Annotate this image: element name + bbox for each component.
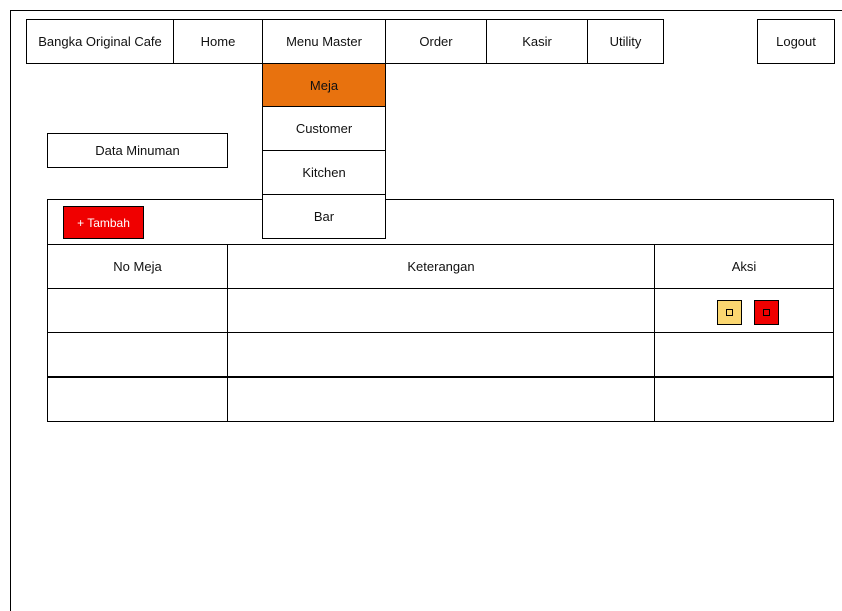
nav-home[interactable]: Home xyxy=(173,19,263,64)
delete-button[interactable] xyxy=(754,300,779,325)
table-cell-no-meja xyxy=(47,377,228,422)
table-cell-keterangan xyxy=(227,332,655,377)
add-button[interactable]: + Tambah xyxy=(63,206,144,239)
delete-icon xyxy=(763,309,770,316)
window-frame-left xyxy=(10,10,11,611)
logout-button[interactable]: Logout xyxy=(757,19,835,64)
table-cell-aksi xyxy=(654,288,834,333)
edit-button[interactable] xyxy=(717,300,742,325)
column-header-aksi: Aksi xyxy=(654,244,834,289)
column-header-no-meja: No Meja xyxy=(47,244,228,289)
dropdown-item-meja[interactable]: Meja xyxy=(262,63,386,108)
dropdown-item-kitchen[interactable]: Kitchen xyxy=(262,150,386,195)
table-cell-aksi xyxy=(654,377,834,422)
table-cell-aksi xyxy=(654,332,834,377)
window-frame-top xyxy=(10,10,842,11)
table-cell-keterangan xyxy=(227,288,655,333)
nav-utility[interactable]: Utility xyxy=(587,19,664,64)
nav-kasir[interactable]: Kasir xyxy=(486,19,588,64)
column-header-keterangan: Keterangan xyxy=(227,244,655,289)
dropdown-item-customer[interactable]: Customer xyxy=(262,106,386,151)
table-cell-no-meja xyxy=(47,288,228,333)
nav-order[interactable]: Order xyxy=(385,19,487,64)
brand-title: Bangka Original Cafe xyxy=(26,19,174,64)
nav-menu-master[interactable]: Menu Master xyxy=(262,19,386,64)
table-cell-no-meja xyxy=(47,332,228,377)
table-cell-keterangan xyxy=(227,377,655,422)
section-title: Data Minuman xyxy=(47,133,228,168)
dropdown-item-bar[interactable]: Bar xyxy=(262,194,386,239)
table-toolbar xyxy=(47,199,834,245)
edit-icon xyxy=(726,309,733,316)
